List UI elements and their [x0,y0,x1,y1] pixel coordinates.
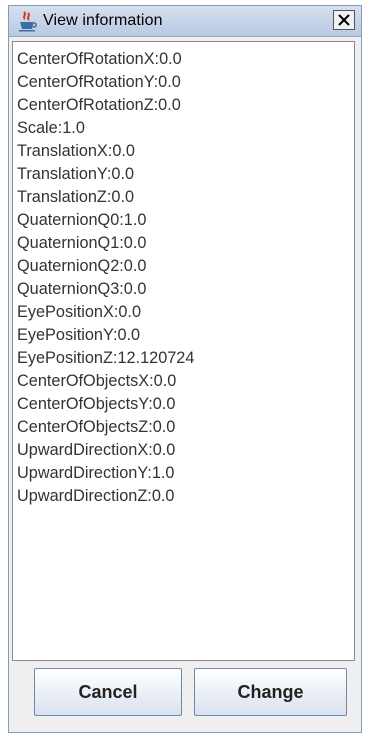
list-item[interactable]: CenterOfObjectsY:0.0 [13,393,354,416]
list-item[interactable]: QuaternionQ3:0.0 [13,278,354,301]
list-item[interactable]: CenterOfRotationX:0.0 [13,48,354,71]
list-item[interactable]: CenterOfObjectsZ:0.0 [13,416,354,439]
cancel-button[interactable]: Cancel [34,668,182,716]
list-item[interactable]: EyePositionZ:12.120724 [13,347,354,370]
list-item[interactable]: QuaternionQ1:0.0 [13,232,354,255]
list-item[interactable]: TranslationX:0.0 [13,140,354,163]
list-item[interactable]: EyePositionY:0.0 [13,324,354,347]
list-item[interactable]: CenterOfRotationY:0.0 [13,71,354,94]
title-bar[interactable]: View information [9,6,361,37]
change-button[interactable]: Change [194,668,347,716]
list-item[interactable]: UpwardDirectionX:0.0 [13,439,354,462]
list-item[interactable]: EyePositionX:0.0 [13,301,354,324]
list-item[interactable]: UpwardDirectionY:1.0 [13,462,354,485]
list-item[interactable]: CenterOfRotationZ:0.0 [13,94,354,117]
close-icon [338,14,350,26]
list-item[interactable]: CenterOfObjectsX:0.0 [13,370,354,393]
window-title: View information [43,12,163,29]
list-item[interactable]: Scale:1.0 [13,117,354,140]
list-item[interactable]: TranslationY:0.0 [13,163,354,186]
view-information-dialog: View information CenterOfRotationX:0.0 Ce… [8,5,362,733]
list-item[interactable]: TranslationZ:0.0 [13,186,354,209]
view-properties-list[interactable]: CenterOfRotationX:0.0 CenterOfRotationY:0… [12,41,355,661]
java-cup-icon [16,10,38,32]
list-item[interactable]: QuaternionQ0:1.0 [13,209,354,232]
list-item[interactable]: QuaternionQ2:0.0 [13,255,354,278]
list-item[interactable]: UpwardDirectionZ:0.0 [13,485,354,508]
close-button[interactable] [333,10,355,30]
